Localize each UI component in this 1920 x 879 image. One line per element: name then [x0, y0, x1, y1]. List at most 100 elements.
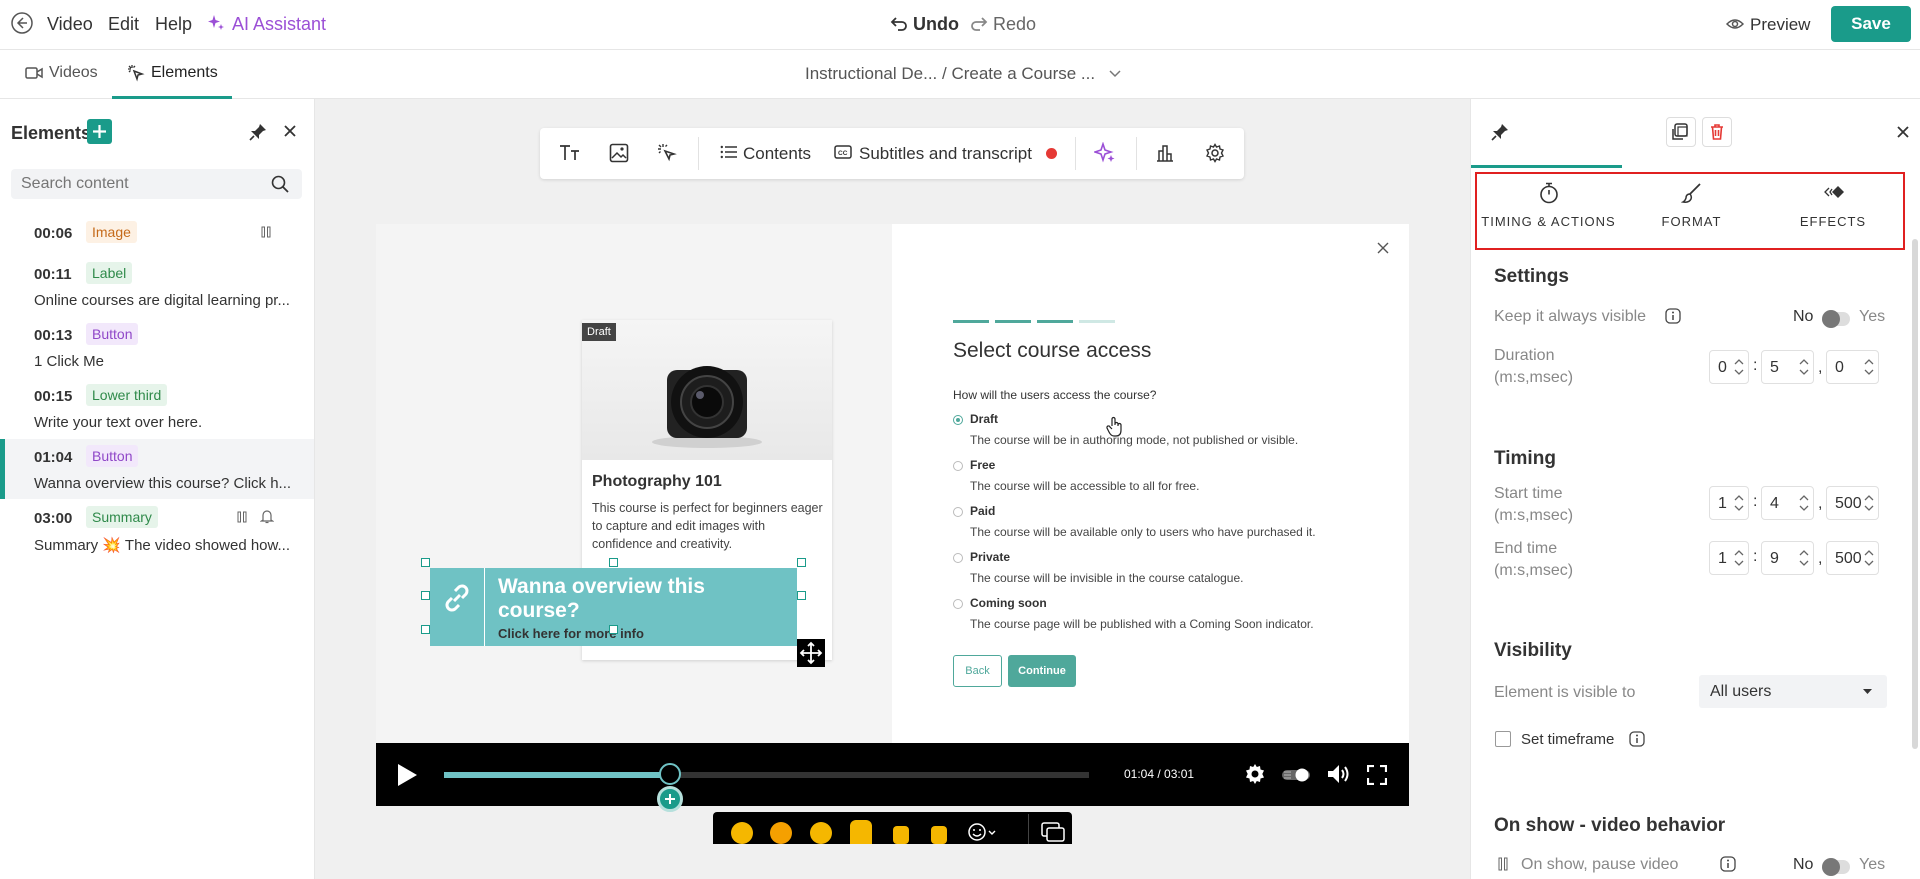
- menu-ai-assistant[interactable]: AI Assistant: [232, 14, 326, 35]
- keep-visible-toggle[interactable]: [1822, 310, 1850, 328]
- breadcrumb[interactable]: Instructional De... / Create a Course ..…: [805, 64, 1121, 84]
- resize-handle[interactable]: [609, 625, 618, 634]
- heart-eyes-emoji-icon[interactable]: [770, 822, 792, 844]
- thumbs-down-emoji-icon[interactable]: [931, 826, 947, 844]
- duplicate-button[interactable]: [1666, 117, 1696, 147]
- radio[interactable]: [953, 599, 963, 609]
- volume-icon[interactable]: [1327, 763, 1351, 785]
- list-item-button-selected[interactable]: 01:04 Button Wanna overview this course?…: [0, 439, 314, 499]
- resize-handle[interactable]: [797, 591, 806, 600]
- progress-track[interactable]: [444, 772, 1089, 778]
- overlay-link-button[interactable]: Wanna overview this course? Click here f…: [430, 568, 797, 646]
- progress-thumb[interactable]: [658, 763, 681, 785]
- radio[interactable]: [953, 507, 963, 517]
- pin-icon[interactable]: [1491, 123, 1509, 141]
- set-timeframe-checkbox[interactable]: [1495, 731, 1511, 747]
- duration-minutes-stepper[interactable]: 0: [1709, 350, 1749, 384]
- scrollbar[interactable]: [1912, 239, 1918, 749]
- radio-selected[interactable]: [953, 415, 963, 425]
- pause-icon[interactable]: [237, 511, 247, 523]
- menu-edit[interactable]: Edit: [108, 14, 139, 35]
- menu-video[interactable]: Video: [47, 14, 93, 35]
- toggle-icon[interactable]: [1281, 767, 1311, 783]
- start-seconds-stepper[interactable]: 4: [1761, 486, 1814, 520]
- search-icon[interactable]: [271, 175, 289, 193]
- laugh-emoji-icon[interactable]: [731, 822, 753, 844]
- settings-gear-icon[interactable]: [1205, 143, 1225, 163]
- start-msec-stepper[interactable]: 500: [1826, 486, 1879, 520]
- start-minutes-stepper[interactable]: 1: [1709, 486, 1749, 520]
- divider: [1136, 137, 1137, 170]
- contents-button[interactable]: Contents: [743, 144, 811, 164]
- save-button[interactable]: Save: [1831, 6, 1911, 42]
- tab-videos[interactable]: Videos: [25, 64, 98, 82]
- play-icon[interactable]: [396, 763, 418, 787]
- back-button[interactable]: Back: [953, 655, 1002, 687]
- eye-icon[interactable]: [1726, 16, 1744, 32]
- settings-gear-icon[interactable]: [1244, 763, 1266, 785]
- clap-emoji-icon[interactable]: [850, 820, 872, 844]
- close-icon[interactable]: [1896, 125, 1910, 139]
- tab-effects[interactable]: EFFECTS: [1763, 174, 1903, 248]
- pause-icon[interactable]: [261, 226, 271, 238]
- radio[interactable]: [953, 461, 963, 471]
- fullscreen-icon[interactable]: [1367, 765, 1387, 785]
- cursor-click-icon: [127, 64, 145, 82]
- info-icon[interactable]: [1628, 730, 1646, 748]
- add-element-button[interactable]: [87, 119, 112, 144]
- ai-sparkle-icon: [207, 14, 225, 32]
- menu-help[interactable]: Help: [155, 14, 192, 35]
- subtitles-button[interactable]: Subtitles and transcript: [859, 144, 1032, 164]
- tab-timing-actions[interactable]: TIMING & ACTIONS: [1477, 174, 1620, 248]
- text-tool-icon[interactable]: [559, 143, 581, 163]
- ai-sparkle-icon[interactable]: [1094, 142, 1116, 164]
- close-icon[interactable]: [283, 124, 297, 138]
- info-icon[interactable]: [1664, 307, 1682, 325]
- resize-handle[interactable]: [609, 558, 618, 567]
- delete-button[interactable]: [1702, 117, 1732, 147]
- resize-handle[interactable]: [421, 591, 430, 600]
- resize-handle[interactable]: [421, 558, 430, 567]
- info-icon[interactable]: [1719, 855, 1737, 873]
- list-item-label[interactable]: 00:11 Label Online courses are digital l…: [0, 256, 314, 316]
- back-arrow-icon[interactable]: [11, 12, 33, 34]
- add-emoji-icon[interactable]: [968, 822, 998, 842]
- video-close-icon[interactable]: [1377, 242, 1389, 254]
- comment-icon[interactable]: [1041, 822, 1065, 842]
- resize-handle[interactable]: [797, 558, 806, 567]
- pin-icon[interactable]: [249, 123, 267, 141]
- closed-captions-icon[interactable]: CC: [834, 144, 852, 160]
- tab-elements[interactable]: Elements: [127, 64, 218, 82]
- card-title: Photography 101: [592, 473, 722, 490]
- list-item-summary[interactable]: 03:00 Summary Summary 💥 The video showed…: [0, 500, 314, 560]
- analytics-icon[interactable]: [1155, 143, 1175, 163]
- end-minutes-stepper[interactable]: 1: [1709, 541, 1749, 575]
- end-msec-stepper[interactable]: 500: [1826, 541, 1879, 575]
- add-marker-icon[interactable]: [656, 786, 683, 812]
- surprised-emoji-icon[interactable]: [810, 822, 832, 844]
- bell-icon[interactable]: [260, 509, 274, 524]
- option-desc: The course will be in authoring mode, no…: [970, 433, 1299, 447]
- move-handle-icon[interactable]: [797, 639, 825, 667]
- undo-button[interactable]: Undo: [913, 14, 959, 35]
- interaction-tool-icon[interactable]: [657, 143, 677, 163]
- list-item-button[interactable]: 00:13 Button 1 Click Me: [0, 317, 314, 377]
- thumbs-up-emoji-icon[interactable]: [893, 826, 909, 844]
- list-item-lower-third[interactable]: 00:15 Lower third Write your text over h…: [0, 378, 314, 438]
- redo-icon[interactable]: [970, 15, 988, 33]
- list-icon[interactable]: [720, 144, 738, 160]
- search-input[interactable]: [11, 169, 251, 199]
- resize-handle[interactable]: [421, 625, 430, 634]
- end-seconds-stepper[interactable]: 9: [1761, 541, 1814, 575]
- image-tool-icon[interactable]: [609, 143, 629, 163]
- visibility-select[interactable]: All users: [1699, 675, 1887, 708]
- duration-seconds-stepper[interactable]: 5: [1761, 350, 1814, 384]
- tab-format[interactable]: FORMAT: [1620, 174, 1763, 248]
- radio[interactable]: [953, 553, 963, 563]
- undo-icon[interactable]: [890, 15, 908, 33]
- pause-video-toggle[interactable]: [1822, 858, 1850, 876]
- duration-msec-stepper[interactable]: 0: [1826, 350, 1879, 384]
- preview-button[interactable]: Preview: [1750, 15, 1810, 35]
- continue-button[interactable]: Continue: [1008, 655, 1076, 687]
- redo-button[interactable]: Redo: [993, 14, 1036, 35]
